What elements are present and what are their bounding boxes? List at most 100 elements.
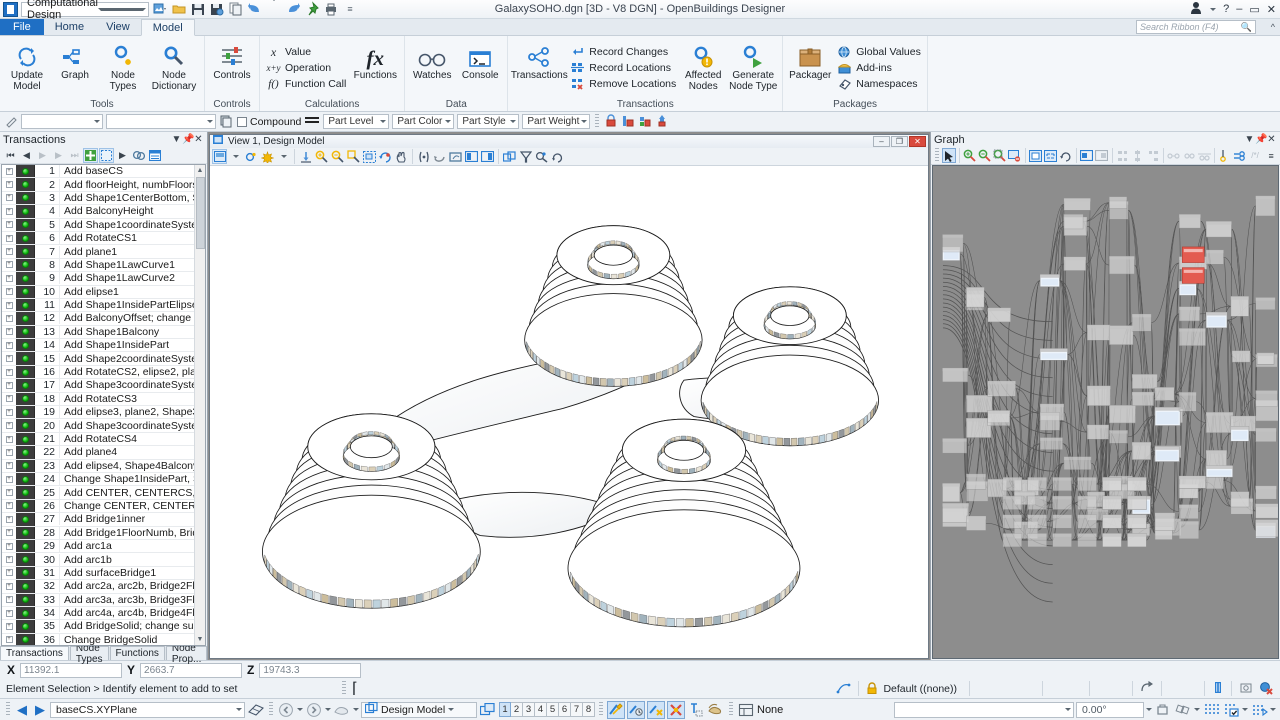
graph-node[interactable] — [988, 410, 1010, 425]
tab-file[interactable]: File — [0, 19, 44, 35]
graph-node[interactable] — [1078, 533, 1097, 546]
close-button[interactable]: ✕ — [1267, 3, 1276, 16]
table-row[interactable]: +17Add Shape3coordinateSystem — [2, 379, 194, 392]
tab-model[interactable]: Model — [141, 19, 195, 36]
window-area-icon[interactable] — [346, 149, 361, 164]
model-selector[interactable]: Design Model — [361, 702, 477, 718]
packager-button[interactable]: Packager — [787, 40, 833, 82]
chevron-down-icon[interactable] — [353, 708, 359, 711]
redo-icon[interactable] — [285, 1, 301, 17]
graph-node[interactable] — [1256, 196, 1275, 216]
graph-node[interactable] — [1064, 457, 1091, 470]
graph-node[interactable] — [1127, 477, 1146, 490]
graph-node[interactable] — [1132, 392, 1154, 406]
minimize-button[interactable]: – — [1236, 3, 1242, 15]
scroll-down-button[interactable]: ▼ — [195, 634, 206, 645]
graph-node[interactable] — [1078, 477, 1097, 490]
clear-selection-icon[interactable] — [1258, 681, 1274, 697]
panel-menu-icon[interactable]: ▼ — [1244, 134, 1255, 145]
table-row[interactable]: +4Add BalconyHeight — [2, 205, 194, 218]
table-row[interactable]: +2Add floorHeight, numbFloors — [2, 178, 194, 191]
maximize-button[interactable]: ▭ — [1249, 3, 1259, 16]
controls-button[interactable]: Controls — [209, 40, 255, 82]
panel-tab-2[interactable]: Functions — [110, 646, 165, 660]
table-row[interactable]: +16Add RotateCS2, elipse2, plane3, Shape… — [2, 366, 194, 379]
table-row[interactable]: +9Add Shape1LawCurve2 — [2, 272, 194, 285]
table-row[interactable]: +26Change CENTER, CENTERCS, E, N, S, W — [2, 500, 194, 513]
table-row[interactable]: +24Change Shape1InsidePart, Shape2Inside — [2, 473, 194, 486]
delete-node-icon[interactable] — [1008, 148, 1022, 163]
table-row[interactable]: +33Add arc3a, arc3b, Bridge3FloorNumb, B — [2, 594, 194, 607]
graph-node[interactable] — [1003, 533, 1022, 546]
expand-toggle[interactable]: + — [2, 382, 16, 389]
table-row[interactable]: +30Add arc1b — [2, 553, 194, 566]
expand-toggle[interactable]: + — [2, 583, 16, 590]
table-row[interactable]: +32Add arc2a, arc2b, Bridge2FloorNumb, B — [2, 580, 194, 593]
element-template-icon[interactable] — [4, 114, 18, 130]
table-row[interactable]: +22Add plane4 — [2, 446, 194, 459]
graph-node[interactable] — [1132, 374, 1157, 388]
graph-node[interactable] — [1003, 515, 1022, 528]
graph-node[interactable] — [966, 418, 991, 437]
select-tool-icon[interactable] — [942, 148, 956, 163]
copy-transaction-button[interactable] — [131, 148, 146, 163]
expand-toggle[interactable]: + — [2, 355, 16, 362]
clip-volume-icon[interactable] — [518, 149, 533, 164]
graph-node[interactable] — [1053, 496, 1072, 509]
collapse-node-icon[interactable] — [1095, 148, 1109, 163]
acs-triad-icon[interactable] — [1250, 701, 1268, 719]
table-row[interactable]: +27Add Bridge1inner — [2, 513, 194, 526]
level-lock-icon-3[interactable] — [638, 114, 652, 130]
expand-toggle[interactable]: + — [2, 235, 16, 242]
namespaces-button[interactable]: Namespaces — [837, 76, 921, 92]
table-row[interactable]: +21Add RotateCS4 — [2, 433, 194, 446]
graph-node[interactable] — [1127, 533, 1146, 546]
level-value[interactable]: None — [757, 704, 813, 716]
panel-menu-icon[interactable]: ▼ — [171, 134, 182, 145]
expand-toggle[interactable]: + — [2, 208, 16, 215]
graph-node[interactable] — [966, 395, 992, 412]
record-changes-button[interactable]: Record Changes — [570, 44, 676, 60]
render-settings-icon[interactable] — [260, 149, 275, 164]
help-button[interactable]: ? — [1223, 3, 1229, 15]
app-icon[interactable] — [3, 2, 18, 17]
table-row[interactable]: +14Add Shape1InsidePart — [2, 339, 194, 352]
graph-node[interactable] — [1028, 477, 1047, 490]
clear-clip-icon[interactable] — [550, 149, 565, 164]
expand-toggle[interactable]: + — [2, 436, 16, 443]
expand-toggle[interactable]: + — [2, 315, 16, 322]
view-number-1[interactable]: 1 — [499, 702, 511, 717]
table-row[interactable]: +35Add BridgeSolid; change surfaceBridge… — [2, 620, 194, 633]
graph-node[interactable] — [1155, 387, 1174, 400]
table-row[interactable]: +19Add elipse3, plane2, Shape3Balcony, S… — [2, 406, 194, 419]
workspace-dropdown-icon[interactable] — [152, 1, 168, 17]
graph-node[interactable] — [1256, 297, 1276, 309]
graph-node[interactable] — [1040, 274, 1059, 286]
graph-node[interactable] — [1256, 504, 1278, 518]
part-level-combo[interactable]: Part Level — [323, 114, 389, 129]
snap-mode-2-icon[interactable] — [627, 701, 645, 719]
table-row[interactable]: +12Add BalconyOffset; change Shape1Insid — [2, 312, 194, 325]
select-transaction-button[interactable] — [99, 148, 114, 163]
graph-node[interactable] — [1109, 197, 1126, 209]
value-button[interactable]: x Value — [266, 44, 346, 60]
graph-node[interactable] — [1078, 496, 1097, 509]
acs-lock-icon[interactable] — [1154, 701, 1172, 719]
snap-mode-4-icon[interactable] — [667, 701, 685, 719]
graph-node[interactable] — [1206, 312, 1227, 328]
affected-nodes-button[interactable]: AffectedNodes — [680, 40, 726, 92]
tab-home[interactable]: Home — [44, 19, 95, 35]
graph-node[interactable] — [1053, 515, 1072, 528]
undo-icon[interactable] — [247, 1, 263, 17]
graph-node[interactable] — [1256, 428, 1277, 442]
search-icon[interactable]: 🔍 — [1241, 22, 1252, 33]
graph-node[interactable] — [1257, 353, 1274, 364]
expand-toggle[interactable]: + — [2, 556, 16, 563]
design-model-canvas[interactable] — [210, 166, 928, 658]
update-view-icon[interactable] — [298, 149, 313, 164]
auto-hide-pin-icon[interactable]: 📌 — [1255, 134, 1266, 145]
table-row[interactable]: +18Add RotateCS3 — [2, 393, 194, 406]
view-restore-button[interactable]: ❐ — [891, 136, 908, 147]
graph-node[interactable] — [1179, 307, 1200, 321]
graph-node[interactable] — [988, 381, 1016, 396]
